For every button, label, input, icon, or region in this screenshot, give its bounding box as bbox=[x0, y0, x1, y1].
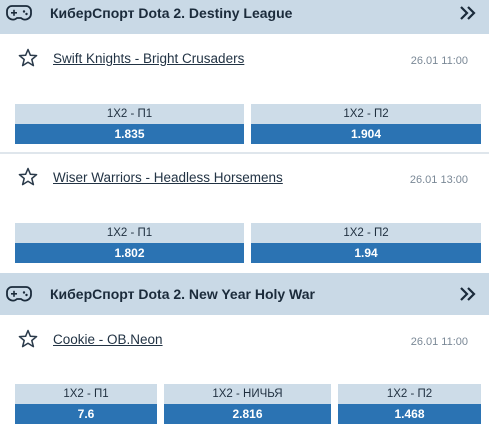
league-title: КиберСпорт Dota 2. Destiny League bbox=[50, 5, 293, 21]
league-title: КиберСпорт Dota 2. New Year Holy War bbox=[50, 286, 315, 302]
odd-value: 1.94 bbox=[251, 243, 481, 263]
match-row: Cookie - OB.Neon 26.01 11:00 1X2 - П1 7.… bbox=[0, 315, 489, 437]
odd-button[interactable]: 1X2 - П2 1.904 bbox=[251, 104, 481, 144]
match-time: 26.01 11:00 bbox=[410, 336, 468, 348]
match-teams-link[interactable]: Swift Knights - Bright Crusaders bbox=[53, 51, 244, 66]
odd-label: 1X2 - П1 bbox=[15, 223, 244, 243]
star-outline-icon[interactable] bbox=[18, 167, 38, 187]
star-outline-icon[interactable] bbox=[18, 329, 38, 349]
double-chevron-right-icon[interactable] bbox=[459, 286, 477, 302]
odd-button[interactable]: 1X2 - П1 7.6 bbox=[15, 384, 157, 424]
odd-label: 1X2 - П2 bbox=[338, 384, 481, 404]
odd-label: 1X2 - П2 bbox=[251, 223, 481, 243]
match-time: 26.01 11:00 bbox=[410, 55, 468, 67]
match-teams-link[interactable]: Cookie - OB.Neon bbox=[53, 332, 163, 347]
gamepad-icon bbox=[6, 5, 32, 21]
odd-button[interactable]: 1X2 - П2 1.94 bbox=[251, 223, 481, 263]
odd-value: 1.835 bbox=[15, 124, 244, 144]
odd-label: 1X2 - П2 bbox=[251, 104, 481, 124]
league-header[interactable]: КиберСпорт Dota 2. New Year Holy War bbox=[0, 273, 489, 315]
match-row: Wiser Warriors - Headless Horsemens 26.0… bbox=[0, 154, 489, 270]
odd-value: 2.816 bbox=[164, 404, 331, 424]
gamepad-icon bbox=[6, 286, 32, 302]
star-outline-icon[interactable] bbox=[18, 48, 38, 68]
match-row: Swift Knights - Bright Crusaders 26.01 1… bbox=[0, 34, 489, 149]
match-time: 26.01 13:00 bbox=[409, 174, 468, 186]
odd-button[interactable]: 1X2 - П2 1.468 bbox=[338, 384, 481, 424]
double-chevron-right-icon[interactable] bbox=[459, 5, 477, 21]
odd-label: 1X2 - НИЧЬЯ bbox=[164, 384, 331, 404]
odd-value: 1.802 bbox=[15, 243, 244, 263]
match-teams-link[interactable]: Wiser Warriors - Headless Horsemens bbox=[53, 170, 283, 185]
odd-value: 1.468 bbox=[338, 404, 481, 424]
odd-value: 1.904 bbox=[251, 124, 481, 144]
odd-button[interactable]: 1X2 - П1 1.835 bbox=[15, 104, 244, 144]
odd-label: 1X2 - П1 bbox=[15, 384, 157, 404]
odd-label: 1X2 - П1 bbox=[15, 104, 244, 124]
odd-button[interactable]: 1X2 - П1 1.802 bbox=[15, 223, 244, 263]
odd-value: 7.6 bbox=[15, 404, 157, 424]
league-header[interactable]: КиберСпорт Dota 2. Destiny League bbox=[0, 0, 489, 34]
odd-button[interactable]: 1X2 - НИЧЬЯ 2.816 bbox=[164, 384, 331, 424]
